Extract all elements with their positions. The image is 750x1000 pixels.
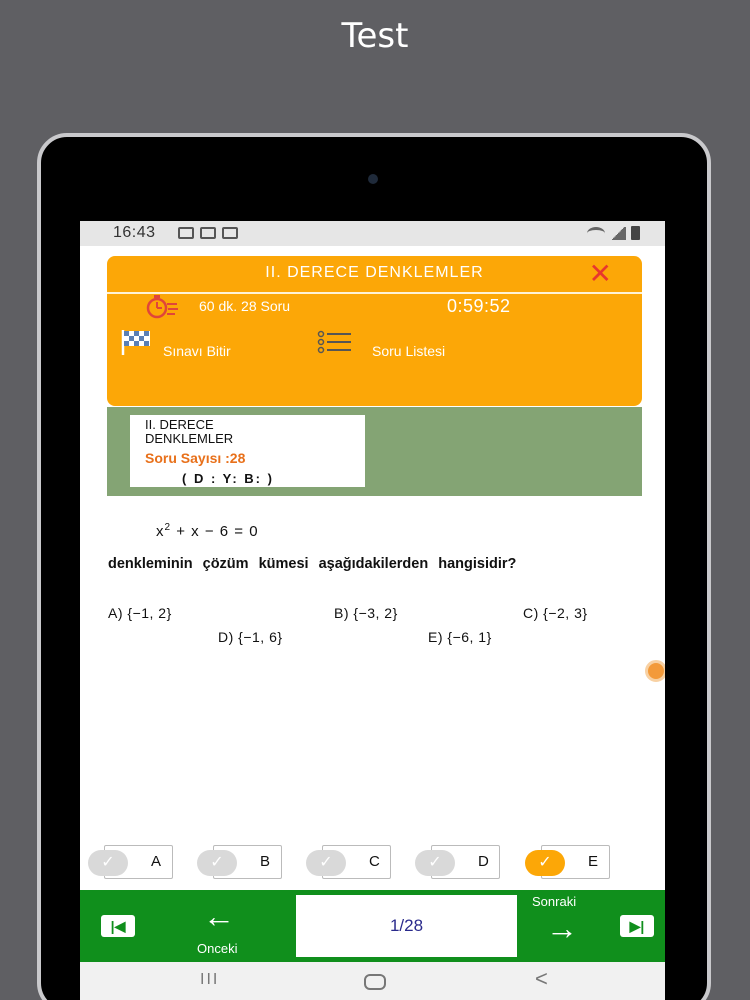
- option-value: {−3, 2}: [353, 605, 398, 621]
- score-summary: ( D : Y: B: ): [182, 471, 274, 486]
- option-letter: A): [108, 605, 123, 621]
- check-icon: ✓: [306, 850, 346, 876]
- system-navigation-bar: III <: [80, 962, 665, 1000]
- status-bar: 16:43: [80, 221, 665, 246]
- home-button[interactable]: [364, 974, 386, 990]
- option-letter: E): [428, 629, 443, 645]
- question-list-icon[interactable]: [317, 330, 353, 354]
- option-letter: C): [523, 605, 539, 621]
- page-title: Test: [341, 16, 409, 56]
- option-value: {−2, 3}: [543, 605, 588, 621]
- close-button[interactable]: ✕: [589, 260, 612, 288]
- side-drawer-handle[interactable]: [645, 660, 665, 682]
- timer-icon: [146, 295, 178, 319]
- exam-duration: 60 dk. 28 Soru: [199, 298, 291, 314]
- status-system-icons: [587, 226, 640, 240]
- next-button[interactable]: Sonraki: [532, 894, 576, 909]
- signal-icon: [610, 226, 626, 240]
- exam-header: II. DERECE DENKLEMLER ✕ 60 dk. 28 Soru 0…: [107, 256, 642, 406]
- info-card: II. DERECE DENKLEMLER Soru Sayısı :28 ( …: [130, 415, 365, 487]
- question-count: Soru Sayısı :28: [145, 450, 246, 466]
- previous-button[interactable]: Onceki: [197, 941, 237, 956]
- previous-arrow-icon[interactable]: ←: [203, 898, 235, 935]
- answer-selector: ✓ A ✓ B ✓ C ✓ D ✓ E: [80, 841, 665, 886]
- answer-d-button[interactable]: ✓ D: [415, 845, 500, 879]
- answer-letter: A: [151, 853, 162, 870]
- finish-exam-button[interactable]: Sınavı Bitir: [163, 343, 231, 359]
- checkered-flag-icon[interactable]: [120, 328, 154, 356]
- gallery-icon: [178, 227, 194, 239]
- wifi-icon: [587, 226, 605, 240]
- answer-letter: E: [588, 853, 599, 870]
- option-value: {−1, 6}: [238, 629, 283, 645]
- answer-e-button[interactable]: ✓ E: [525, 845, 610, 879]
- recent-apps-button[interactable]: III: [200, 971, 219, 989]
- info-band: II. DERECE DENKLEMLER Soru Sayısı :28 ( …: [107, 407, 642, 496]
- option-value: {−6, 1}: [447, 629, 492, 645]
- check-icon: ✓: [525, 850, 565, 876]
- option-e: E) {−6, 1}: [428, 629, 492, 645]
- question-text: denkleminin çözüm kümesi aşağıdakilerden…: [108, 556, 517, 572]
- camera-dot: [368, 174, 378, 184]
- back-button[interactable]: <: [535, 966, 548, 992]
- app-screen: 16:43 II. DERECE DENKLEMLER ✕ 60 dk. 28 …: [80, 221, 665, 1000]
- answer-a-button[interactable]: ✓ A: [88, 845, 173, 879]
- answer-letter: D: [478, 853, 489, 870]
- check-icon: ✓: [88, 850, 128, 876]
- page-indicator: 1/28: [296, 895, 517, 957]
- option-a: A) {−1, 2}: [108, 605, 172, 621]
- check-icon: ✓: [415, 850, 455, 876]
- question-equation: x2 + x − 6 = 0: [156, 522, 259, 540]
- answer-letter: C: [369, 853, 380, 870]
- status-notification-icons: [178, 227, 238, 239]
- exam-title: II. DERECE DENKLEMLER: [265, 264, 484, 281]
- answer-letter: B: [260, 853, 271, 870]
- last-question-button[interactable]: ▶|: [620, 915, 654, 937]
- check-icon: ✓: [197, 850, 237, 876]
- status-time: 16:43: [113, 224, 156, 241]
- option-b: B) {−3, 2}: [334, 605, 398, 621]
- option-letter: B): [334, 605, 349, 621]
- header-divider: [107, 292, 642, 294]
- question-list-button[interactable]: Soru Listesi: [372, 343, 445, 359]
- video-icon: [222, 227, 238, 239]
- option-letter: D): [218, 629, 234, 645]
- info-topic: II. DERECE DENKLEMLER: [145, 417, 234, 446]
- battery-icon: [631, 226, 640, 240]
- option-c: C) {−2, 3}: [523, 605, 588, 621]
- option-d: D) {−1, 6}: [218, 629, 283, 645]
- next-arrow-icon[interactable]: →: [546, 910, 578, 947]
- countdown-timer: 0:59:52: [447, 296, 511, 316]
- answer-c-button[interactable]: ✓ C: [306, 845, 391, 879]
- news-icon: [200, 227, 216, 239]
- answer-b-button[interactable]: ✓ B: [197, 845, 282, 879]
- option-value: {−1, 2}: [127, 605, 172, 621]
- first-question-button[interactable]: |◀: [101, 915, 135, 937]
- bottom-navigation: |◀ ← Onceki 1/28 Sonraki → ▶|: [80, 890, 665, 962]
